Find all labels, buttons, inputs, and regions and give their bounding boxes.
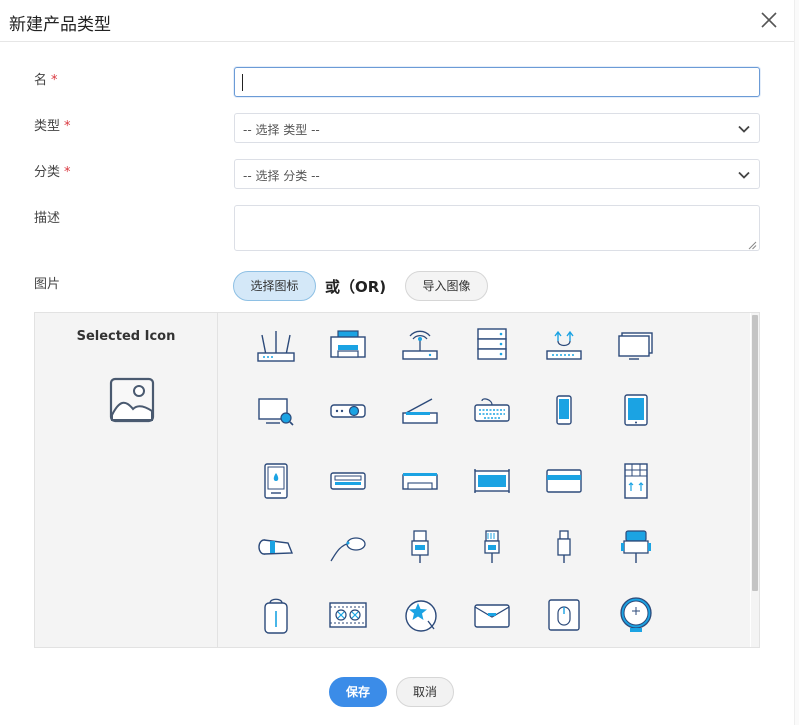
name-input[interactable] bbox=[234, 67, 760, 97]
selected-icon-panel: Selected Icon bbox=[35, 313, 218, 647]
chevron-down-icon bbox=[737, 168, 751, 182]
dialog-header: 新建产品类型 bbox=[0, 0, 794, 42]
wireless-ap-icon[interactable] bbox=[400, 325, 440, 365]
phone-icon[interactable] bbox=[544, 391, 584, 431]
type-select[interactable]: -- 选择 类型 -- bbox=[234, 113, 760, 143]
close-icon[interactable] bbox=[757, 8, 781, 32]
credit-card-icon[interactable] bbox=[544, 461, 584, 501]
required-mark: * bbox=[64, 119, 71, 134]
import-image-button[interactable]: 导入图像 bbox=[405, 271, 488, 301]
network-switch-icon[interactable] bbox=[544, 325, 584, 365]
description-textarea[interactable] bbox=[234, 205, 760, 251]
choose-icon-button[interactable]: 选择图标 bbox=[233, 271, 316, 301]
category-select-placeholder: -- 选择 分类 -- bbox=[243, 169, 320, 183]
description-label: 描述 bbox=[34, 211, 61, 226]
name-label-text: 名 bbox=[34, 73, 48, 88]
usb-plug-icon[interactable] bbox=[544, 527, 584, 567]
category-label-text: 分类 bbox=[34, 165, 61, 180]
scrollbar-thumb[interactable] bbox=[752, 315, 758, 591]
icon-picker: Selected Icon bbox=[34, 312, 760, 648]
text-caret bbox=[242, 74, 243, 91]
rack-unit-icon[interactable] bbox=[472, 461, 512, 501]
envelope-icon[interactable] bbox=[472, 595, 512, 635]
image-label: 图片 bbox=[34, 277, 61, 292]
category-label: 分类 * bbox=[34, 161, 71, 180]
mouse-icon[interactable] bbox=[544, 595, 584, 635]
star-disc-icon[interactable] bbox=[400, 595, 440, 635]
type-select-placeholder: -- 选择 类型 -- bbox=[243, 123, 320, 137]
image-placeholder-icon bbox=[109, 377, 155, 423]
name-label: 名 * bbox=[34, 69, 58, 88]
dialog-title: 新建产品类型 bbox=[9, 15, 111, 35]
cable-roll-icon[interactable] bbox=[256, 527, 296, 567]
usb-connector-icon[interactable] bbox=[400, 527, 440, 567]
resize-handle-icon[interactable] bbox=[748, 239, 757, 250]
tape-drive-icon[interactable] bbox=[328, 461, 368, 501]
keyboard-icon[interactable] bbox=[472, 391, 512, 431]
type-label: 类型 * bbox=[34, 115, 71, 134]
save-button[interactable]: 保存 bbox=[329, 677, 387, 707]
cancel-button[interactable]: 取消 bbox=[396, 677, 454, 707]
vga-connector-icon[interactable] bbox=[616, 527, 656, 567]
round-button-icon[interactable] bbox=[616, 595, 656, 635]
stylus-cable-icon[interactable] bbox=[328, 527, 368, 567]
card-reader-icon[interactable] bbox=[256, 461, 296, 501]
projector-icon[interactable] bbox=[328, 391, 368, 431]
printer-icon[interactable] bbox=[328, 325, 368, 365]
or-text: 或（OR) bbox=[325, 278, 387, 296]
monitor-search-icon[interactable] bbox=[256, 391, 296, 431]
new-product-type-dialog: 新建产品类型 名 * 类型 * -- 选择 类型 -- 分类 * -- 选择 分类 -… bbox=[0, 0, 799, 725]
receipt-printer-icon[interactable] bbox=[400, 461, 440, 501]
chevron-down-icon bbox=[737, 122, 751, 136]
required-mark: * bbox=[51, 73, 58, 88]
dialog-edge bbox=[794, 0, 799, 725]
scanner-icon[interactable] bbox=[400, 391, 440, 431]
server-icon[interactable] bbox=[472, 325, 512, 365]
selected-icon-label: Selected Icon bbox=[76, 329, 176, 344]
film-reel-icon[interactable] bbox=[328, 595, 368, 635]
type-label-text: 类型 bbox=[34, 119, 61, 134]
ethernet-connector-icon[interactable] bbox=[472, 527, 512, 567]
icon-grid bbox=[218, 313, 750, 647]
panel-icon[interactable] bbox=[616, 461, 656, 501]
backpack-icon[interactable] bbox=[256, 595, 296, 635]
monitor-icon[interactable] bbox=[616, 325, 656, 365]
router-icon[interactable] bbox=[256, 325, 296, 365]
icon-grid-scrollbar[interactable] bbox=[751, 313, 759, 647]
category-select[interactable]: -- 选择 分类 -- bbox=[234, 159, 760, 189]
required-mark: * bbox=[64, 165, 71, 180]
tablet-icon[interactable] bbox=[616, 391, 656, 431]
